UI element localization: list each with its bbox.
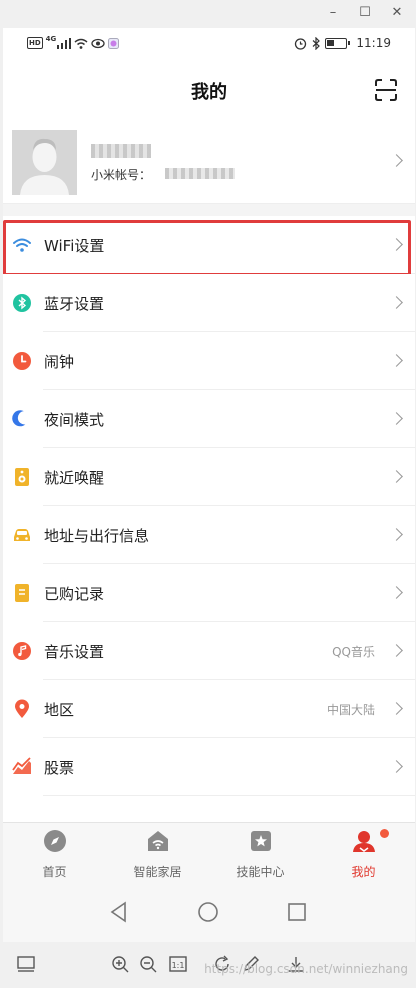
alarm-status-icon [295, 37, 307, 50]
status-bar: HD 4G 11:19 [3, 28, 415, 62]
emulator-toolbar: 1:1 https://blog.csdn.net/winniezhang [0, 942, 416, 988]
svg-text:1:1: 1:1 [172, 961, 185, 970]
menu-item-label: 就近唤醒 [44, 469, 105, 487]
maximize-button[interactable]: ☐ [354, 4, 376, 22]
eye-icon [91, 38, 105, 48]
chevron-right-icon [390, 296, 403, 309]
minimize-button[interactable]: – [322, 4, 344, 22]
menu-item-label: 地址与出行信息 [44, 527, 150, 545]
skill-star-icon [251, 831, 271, 851]
watermark: https://blog.csdn.net/winniezhang [204, 962, 408, 976]
account-id-masked [165, 168, 235, 179]
settings-list: WiFi设置蓝牙设置闹钟夜间模式就近唤醒地址与出行信息 已购记录音乐设置 QQ音乐地… [3, 216, 415, 796]
menu-item-wifi[interactable]: WiFi设置 [3, 216, 415, 276]
tab-label: 技能中心 [236, 865, 285, 879]
profile-name-masked [91, 144, 151, 158]
car-icon [14, 529, 30, 541]
home-nav-icon[interactable] [196, 900, 220, 924]
signal-icon [57, 37, 72, 49]
bluetooth-status-icon [313, 36, 321, 50]
menu-item-location[interactable]: 地区 中国大陆 [3, 680, 415, 738]
menu-item-bluetooth[interactable]: 蓝牙设置 [3, 274, 415, 332]
notification-dot [380, 829, 389, 838]
tab-smart-home[interactable]: 智能家居 [106, 823, 209, 887]
zoom-in-icon[interactable] [110, 954, 130, 974]
account-label: 小米帐号： [91, 168, 152, 182]
alarm-icon [13, 352, 31, 370]
zoom-out-icon[interactable] [138, 954, 158, 974]
menu-item-car[interactable]: 地址与出行信息 [3, 506, 415, 564]
avatar[interactable] [12, 130, 77, 195]
window-titlebar: – ☐ ✕ [0, 0, 416, 28]
battery-icon [325, 37, 351, 49]
menu-item-value: 中国大陆 [326, 703, 375, 717]
tab-label: 我的 [351, 865, 376, 879]
moon-icon [12, 410, 26, 427]
menu-item-label: 已购记录 [44, 585, 105, 603]
smart-home-icon [148, 831, 168, 851]
home-compass-icon [44, 830, 66, 852]
menu-item-label: 夜间模式 [44, 411, 105, 429]
phone-screen: HD 4G 11:19 我的 小米帐号： WiFi设置 蓝牙设置 闹钟 夜间模式… [3, 28, 415, 942]
app-notification-icon [108, 37, 120, 49]
menu-item-label: 股票 [44, 759, 75, 777]
wifi-status-icon [74, 38, 88, 49]
hd-badge: HD [27, 37, 43, 49]
page-title: 我的 [191, 82, 227, 103]
menu-item-label: 音乐设置 [44, 643, 105, 661]
back-icon[interactable] [107, 900, 131, 924]
tab-label: 智能家居 [133, 865, 182, 879]
profile-icon [353, 831, 375, 852]
highlight-box [3, 220, 411, 276]
menu-item-value: QQ音乐 [332, 645, 375, 659]
header: 我的 [3, 62, 415, 118]
tab-skill-star[interactable]: 技能中心 [209, 823, 312, 887]
recents-icon[interactable] [285, 900, 309, 924]
menu-item-stock[interactable]: 股票 [3, 738, 415, 796]
layout-icon[interactable] [16, 954, 36, 974]
menu-item-label: 蓝牙设置 [44, 295, 105, 313]
chevron-right-icon [390, 354, 403, 367]
stock-icon [12, 757, 31, 774]
chevron-right-icon [390, 586, 403, 599]
section-divider [3, 204, 415, 216]
menu-item-speaker[interactable]: 就近唤醒 [3, 448, 415, 506]
menu-item-receipt[interactable]: 已购记录 [3, 564, 415, 622]
bluetooth-icon [13, 294, 31, 312]
menu-item-music[interactable]: 音乐设置 QQ音乐 [3, 622, 415, 680]
chevron-right-icon [390, 644, 403, 657]
chevron-right-icon [390, 412, 403, 425]
menu-item-alarm[interactable]: 闹钟 [3, 332, 415, 390]
actual-size-icon[interactable]: 1:1 [168, 954, 188, 974]
tab-profile[interactable]: 我的 [312, 823, 415, 887]
scan-icon[interactable] [375, 79, 397, 101]
network-label: 4G [45, 35, 57, 43]
avatar-silhouette-icon [12, 130, 77, 195]
tab-home-compass[interactable]: 首页 [3, 823, 106, 887]
chevron-right-icon [390, 702, 403, 715]
menu-item-label: 地区 [44, 701, 75, 719]
emulator-frame: – ☐ ✕ HD 4G 11:19 我的 小米帐号： WiFi设置 蓝牙设置 闹… [0, 0, 416, 988]
music-icon [13, 642, 31, 660]
receipt-icon [15, 584, 29, 602]
bottom-tab-bar: 首页 智能家居 技能中心 我的 [3, 822, 415, 886]
divider [43, 795, 415, 796]
chevron-right-icon [390, 154, 403, 167]
close-button[interactable]: ✕ [386, 4, 408, 22]
speaker-icon [15, 468, 29, 486]
chevron-right-icon [390, 470, 403, 483]
system-nav-bar [3, 886, 415, 942]
menu-item-moon[interactable]: 夜间模式 [3, 390, 415, 448]
clock-time: 11:19 [356, 36, 391, 50]
chevron-right-icon [390, 760, 403, 773]
tab-label: 首页 [42, 865, 67, 879]
menu-item-label: 闹钟 [44, 353, 75, 371]
location-icon [15, 699, 29, 718]
profile-card[interactable]: 小米帐号： [3, 118, 415, 204]
chevron-right-icon [390, 528, 403, 541]
